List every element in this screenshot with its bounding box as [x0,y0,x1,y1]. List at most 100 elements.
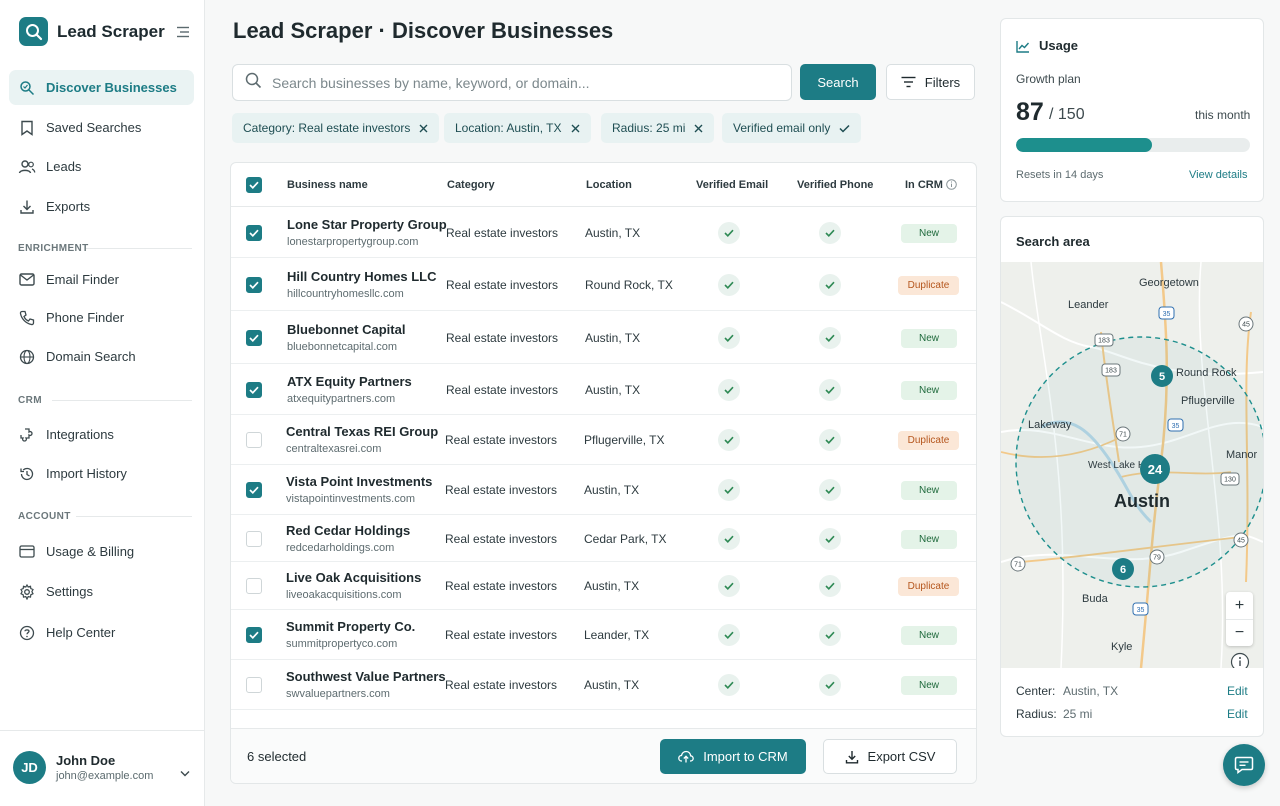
edit-radius-link[interactable]: Edit [1227,707,1248,721]
sidebar-item-settings[interactable]: Settings [9,574,194,609]
sidebar-item-domain-search[interactable]: Domain Search [9,339,194,374]
filter-chip-category[interactable]: Category: Real estate investors [232,113,440,143]
user-menu[interactable]: JD John Doe john@example.com [0,730,205,806]
sidebar-item-help-center[interactable]: Help Center [9,615,194,650]
sidebar-item-integrations[interactable]: Integrations [9,417,194,452]
info-icon[interactable] [1230,652,1250,668]
business-domain[interactable]: atxequitypartners.com [287,393,395,405]
row-checkbox[interactable] [246,482,262,498]
row-checkbox[interactable] [246,329,262,346]
map-cluster-round-rock[interactable]: 5 [1151,365,1173,387]
sidebar-item-label: Import History [46,466,127,481]
sidebar-item-exports[interactable]: Exports [9,189,194,224]
import-to-crm-button[interactable]: Import to CRM [660,739,806,774]
filter-chip-label: Location: Austin, TX [455,121,562,135]
business-name[interactable]: Bluebonnet Capital [287,322,405,337]
business-name[interactable]: Hill Country Homes LLC [287,269,437,284]
cluster-count: 5 [1159,371,1165,383]
verified-email-check-icon [718,479,740,501]
import-button-label: Import to CRM [703,749,788,764]
table-row[interactable]: Hill Country Homes LLC hillcountryhomesll… [231,258,976,311]
sidebar-item-leads[interactable]: Leads [9,149,194,184]
business-name[interactable]: Vista Point Investments [286,474,432,489]
table-row[interactable]: Summit Property Co. summitpropertyco.com R… [231,610,976,660]
business-name[interactable]: Summit Property Co. [286,619,415,634]
business-name[interactable]: Southwest Value Partners [286,669,446,684]
business-domain[interactable]: lonestarpropertygroup.com [287,236,418,248]
row-checkbox[interactable] [246,627,262,643]
business-name[interactable]: Red Cedar Holdings [286,523,410,538]
business-name[interactable]: Central Texas REI Group [286,424,438,439]
search-button[interactable]: Search [800,64,876,100]
row-checkbox[interactable] [246,381,262,398]
column-header-category[interactable]: Category [447,179,495,191]
map-cluster-austin[interactable]: 24 [1140,454,1170,484]
sidebar-item-email-finder[interactable]: Email Finder [9,262,194,297]
column-header-verified-email[interactable]: Verified Email [696,179,768,191]
table-row[interactable]: Vista Point Investments vistapointinvestm… [231,465,976,515]
map-cluster-south[interactable]: 6 [1112,558,1134,580]
row-checkbox[interactable] [246,677,262,693]
view-details-link[interactable]: View details [1189,169,1248,181]
sidebar-item-saved-searches[interactable]: Saved Searches [9,110,194,145]
close-icon[interactable] [419,124,428,133]
column-header-name[interactable]: Business name [287,179,368,191]
filter-chip-radius[interactable]: Radius: 25 mi [601,113,715,143]
table-row[interactable]: Bluebonnet Capital bluebonnetcapital.com R… [231,311,976,364]
business-domain[interactable]: summitpropertyco.com [286,638,397,650]
info-icon[interactable] [946,179,957,193]
business-name[interactable]: ATX Equity Partners [287,374,412,389]
chat-button[interactable] [1223,744,1265,786]
select-all-checkbox[interactable] [246,177,262,193]
close-icon[interactable] [571,124,580,133]
row-checkbox[interactable] [246,224,262,241]
sidebar-collapse-icon[interactable] [176,25,190,38]
sidebar-item-import-history[interactable]: Import History [9,456,194,491]
column-header-location[interactable]: Location [586,179,632,191]
row-checkbox[interactable] [246,432,262,448]
row-checkbox[interactable] [246,578,262,594]
export-csv-button[interactable]: Export CSV [823,739,957,774]
route-shield-label: 183 [1098,338,1110,345]
close-icon[interactable] [694,124,703,133]
zoom-out-button[interactable]: − [1226,619,1253,646]
zoom-in-button[interactable]: + [1226,592,1253,619]
sidebar-item-phone-finder[interactable]: Phone Finder [9,300,194,335]
sidebar-item-discover-businesses[interactable]: Discover Businesses [9,70,194,105]
sidebar-item-usage-billing[interactable]: Usage & Billing [9,534,194,569]
column-header-in-crm[interactable]: In CRM [905,179,943,191]
table-row[interactable]: Red Cedar Holdings redcedarholdings.com Re… [231,515,976,562]
filter-chip-verified-email[interactable]: Verified email only [722,113,862,143]
column-header-verified-phone[interactable]: Verified Phone [797,179,873,191]
business-domain[interactable]: centraltexasrei.com [286,443,381,455]
table-row[interactable]: ATX Equity Partners atxequitypartners.com… [231,364,976,415]
filter-icon [901,76,916,88]
filters-button[interactable]: Filters [886,64,975,100]
search-input[interactable] [272,74,772,91]
route-shield: 71 [1115,426,1131,442]
users-icon [18,158,36,176]
brand[interactable]: Lead Scraper [19,17,165,46]
row-checkbox[interactable] [246,276,262,293]
table-row[interactable]: Live Oak Acquisitions liveoakacquisitions… [231,562,976,610]
table-row[interactable]: Central Texas REI Group centraltexasrei.c… [231,415,976,465]
sidebar-item-label: Usage & Billing [46,544,135,559]
row-checkbox[interactable] [246,530,262,547]
filter-chip-label: Category: Real estate investors [243,121,411,135]
business-domain[interactable]: liveoakacquisitions.com [286,589,402,601]
business-domain[interactable]: hillcountryhomesllc.com [287,288,404,300]
table-row[interactable]: Lone Star Property Group lonestarproperty… [231,207,976,258]
business-name[interactable]: Live Oak Acquisitions [286,570,421,585]
section-divider [76,516,192,517]
map[interactable]: Georgetown Leander Round Rock Pflugervil… [1001,262,1263,668]
chevron-down-icon[interactable] [180,764,190,782]
business-domain[interactable]: bluebonnetcapital.com [287,341,397,353]
filter-chip-location[interactable]: Location: Austin, TX [444,113,591,143]
table-row[interactable]: Southwest Value Partners swvaluepartners.… [231,660,976,710]
business-domain[interactable]: vistapointinvestments.com [286,493,415,505]
business-domain[interactable]: redcedarholdings.com [286,542,394,554]
business-name[interactable]: Lone Star Property Group [287,217,447,232]
edit-center-link[interactable]: Edit [1227,684,1248,698]
business-domain[interactable]: swvaluepartners.com [286,688,390,700]
verified-email-check-icon [718,674,740,696]
